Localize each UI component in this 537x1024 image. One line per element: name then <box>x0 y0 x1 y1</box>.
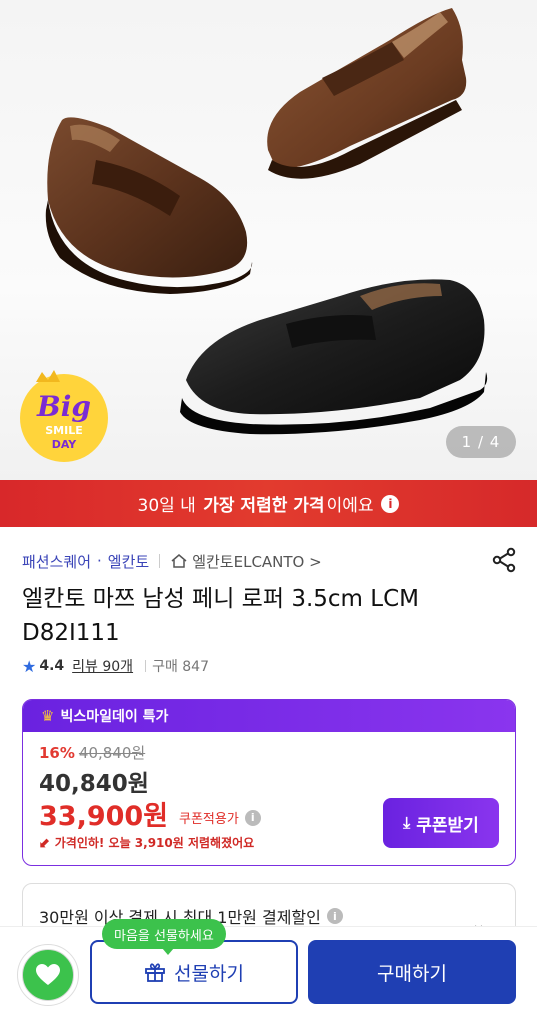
breadcrumb: 패션스퀘어 · 엘칸토 엘칸토ELCANTO > <box>22 549 522 573</box>
sale-price: 40,840원 <box>39 771 149 797</box>
download-icon: ⤓ <box>403 813 411 832</box>
rating-score: 4.4 <box>39 658 65 674</box>
share-icon[interactable] <box>490 546 518 574</box>
badge-smile-text: SMILE <box>45 424 83 437</box>
deal-header-label: 빅스마일데이 특가 <box>60 709 169 725</box>
heart-icon[interactable] <box>22 949 74 1001</box>
info-icon[interactable]: i <box>326 908 343 924</box>
image-counter: 1 / 4 <box>446 426 516 458</box>
gift-button[interactable]: 선물하기 <box>90 940 298 1004</box>
banner-suffix: 이에요 <box>326 496 374 516</box>
price-drop-notice: ⬋ 가격인하! 오늘 3,910원 저렴해졌어요 <box>39 834 254 851</box>
coupon-price: 33,900원 <box>39 801 169 832</box>
purchase-count: 구매 847 <box>152 659 209 675</box>
star-icon: ★ <box>22 656 37 676</box>
badge-big-text: Big <box>36 390 91 423</box>
badge-day-text: DAY <box>52 438 78 451</box>
gift-button-label: 선물하기 <box>174 962 244 985</box>
discount-percent: 16% <box>39 744 75 762</box>
reviews-link[interactable]: 리뷰 90개 <box>72 656 133 676</box>
store-link[interactable]: 엘칸토ELCANTO > <box>170 551 322 572</box>
coupon-label-text: 쿠폰적용가 <box>179 812 239 827</box>
breadcrumb-dot: · <box>97 552 102 570</box>
discount-row: 16% 40,840원 <box>39 742 145 763</box>
banner-prefix: 30일 내 <box>137 496 196 516</box>
get-coupon-button[interactable]: ⤓ 쿠폰받기 <box>383 798 499 848</box>
gift-icon <box>145 963 165 982</box>
crown-icon: ♛ <box>41 707 55 725</box>
deal-header: ♛ 빅스마일데이 특가 <box>23 700 515 732</box>
store-icon <box>171 554 187 568</box>
info-icon[interactable]: i <box>244 809 261 826</box>
product-image-gallery[interactable]: Big SMILE DAY 1 / 4 <box>0 0 537 480</box>
divider <box>159 554 161 568</box>
gift-tooltip: 마음을 선물하세요 <box>102 919 226 955</box>
product-title: 엘칸토 마쯔 남성 페니 로퍼 3.5cm LCM D82I111 <box>22 586 419 646</box>
banner-bold: 가장 저렴한 가격 <box>203 496 325 516</box>
store-name: 엘칸토ELCANTO > <box>192 552 322 571</box>
deal-card: ♛ 빅스마일데이 특가 16% 40,840원 40,840원 33,900원 … <box>22 699 516 866</box>
big-smile-day-badge: Big SMILE DAY <box>14 366 114 466</box>
price-drop-text: 가격인하! 오늘 3,910원 저렴해졌어요 <box>54 836 255 850</box>
coupon-price-label: 쿠폰적용가 i <box>179 808 261 827</box>
breadcrumb-category[interactable]: 패션스퀘어 <box>22 551 91 572</box>
breadcrumb-brand[interactable]: 엘칸토 <box>108 551 149 572</box>
rating-row: ★ 4.4 리뷰 90개 구매 847 <box>22 656 209 676</box>
bottom-action-bar: 선물하기 마음을 선물하세요 구매하기 <box>0 919 537 1024</box>
down-arrow-icon: ⬋ <box>39 834 51 851</box>
buy-button[interactable]: 구매하기 <box>308 940 516 1004</box>
divider <box>145 660 147 672</box>
info-icon[interactable]: i <box>381 494 400 513</box>
original-price: 40,840원 <box>78 744 146 762</box>
lowest-price-banner[interactable]: 30일 내 가장 저렴한 가격 이에요 i <box>0 480 537 527</box>
coupon-button-label: 쿠폰받기 <box>416 815 479 836</box>
